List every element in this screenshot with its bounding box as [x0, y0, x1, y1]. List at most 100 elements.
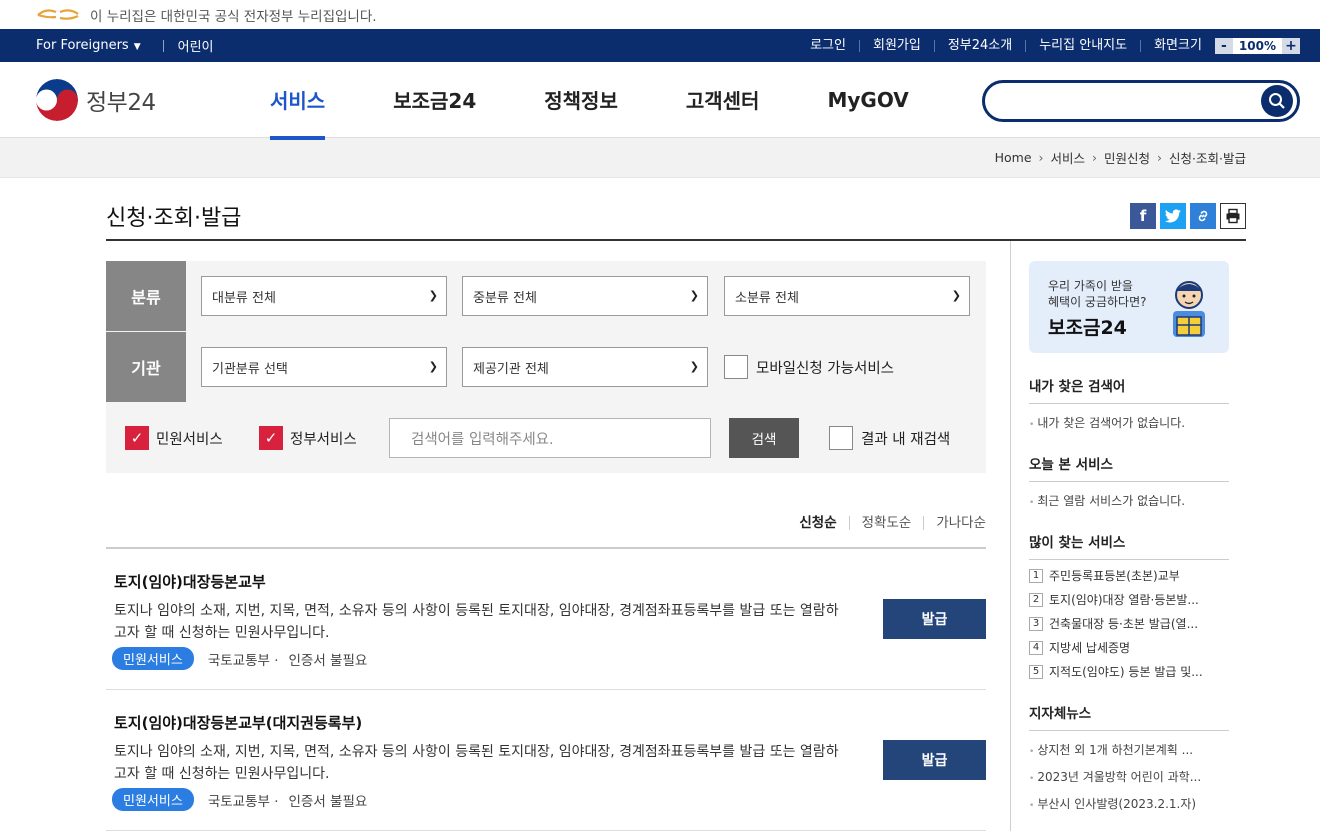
service-meta: 민원서비스 국토교통부 · 인증서 불필요 [112, 788, 367, 811]
category-small-select[interactable]: 소분류 전체 ❯ [724, 276, 970, 316]
keyword-search-button[interactable]: 검색 [729, 418, 799, 458]
about-link[interactable]: 정부24소개 [933, 39, 1025, 52]
divider [162, 39, 164, 52]
category-small-value: 소분류 전체 [735, 290, 799, 306]
twitter-share-button[interactable] [1160, 203, 1186, 229]
search-filter-panel: 분류 대분류 전체 ❯ 중분류 전체 ❯ 소분류 전체 ❯ 기관 기관분류 선택 ❯ 제… [106, 261, 986, 473]
nav-subsidy24[interactable]: 보조금24 [393, 62, 476, 138]
content-divider [1010, 241, 1011, 831]
service-agency: 국토교통부 · [207, 652, 279, 669]
filter-label-category: 분류 [106, 261, 186, 331]
sort-by-accuracy[interactable]: 정확도순 [848, 516, 924, 530]
site-logo-text: 정부24 [86, 89, 156, 116]
breadcrumb: Home › 서비스 › 민원신청 › 신청·조회·발급 [0, 138, 1320, 178]
breadcrumb-home[interactable]: Home [995, 150, 1032, 165]
zoom-out-button[interactable]: - [1214, 37, 1233, 54]
utility-bar: For Foreigners ▼ 어린이 로그인 회원가입 정부24소개 누리집 … [0, 29, 1320, 62]
print-button[interactable] [1220, 203, 1246, 229]
popular-service-item[interactable]: 2 토지(임야)대장 열람·등본발... [1029, 591, 1229, 608]
category-large-select[interactable]: 대분류 전체 ❯ [201, 276, 447, 316]
sitemap-link[interactable]: 누리집 안내지도 [1025, 39, 1140, 52]
nav-policy-info[interactable]: 정책정보 [544, 62, 618, 138]
link-icon [1198, 210, 1208, 222]
local-news-item[interactable]: 부산시 인사발령(2023.2.1.자) [1029, 795, 1229, 812]
chevron-down-icon: ❯ [689, 289, 699, 302]
sidebar: 우리 가족이 받을 혜택이 궁금하다면? 보조금24 내가 찾은 검색어 내가 … [1029, 261, 1229, 812]
civil-service-filter: ✓ 민원서비스 [125, 426, 223, 450]
egov-logo-icon [37, 8, 79, 20]
nav-customer-center[interactable]: 고객센터 [686, 62, 760, 138]
zoom-in-button[interactable]: + [1282, 37, 1300, 54]
today-viewed-title: 오늘 본 서비스 [1029, 453, 1229, 482]
agency-select[interactable]: 제공기관 전체 ❯ [462, 347, 708, 387]
issue-button[interactable]: 발급 [883, 599, 986, 639]
promo-line-2: 혜택이 궁금하다면? [1048, 295, 1147, 309]
popular-service-item[interactable]: 5 지적도(임야도) 등본 발급 및... [1029, 663, 1229, 680]
research-checkbox[interactable] [829, 426, 853, 450]
chevron-right-icon: › [1092, 150, 1098, 165]
service-type-badge: 민원서비스 [112, 788, 194, 811]
twitter-icon [1164, 208, 1181, 223]
service-auth: 인증서 불필요 [288, 652, 368, 669]
popular-service-label: 지방세 납세증명 [1049, 641, 1131, 655]
global-search-input[interactable] [982, 80, 1300, 122]
search-icon [1269, 93, 1285, 109]
popular-service-label: 토지(임야)대장 열람·등본발... [1049, 593, 1199, 607]
kids-link[interactable]: 어린이 [178, 36, 214, 55]
service-title[interactable]: 토지(임야)대장등본교부(대지권등록부) [114, 712, 362, 733]
popular-service-label: 지적도(임야도) 등본 발급 및... [1049, 665, 1203, 679]
checkmark-icon: ✓ [264, 429, 278, 447]
popular-service-item[interactable]: 1 주민등록표등본(초본)교부 [1029, 567, 1229, 584]
list-item: 토지(임야)대장등본교부(대지권등록부) 토지나 임야의 소재, 지번, 지목,… [106, 690, 986, 831]
service-title[interactable]: 토지(임야)대장등본교부 [114, 571, 266, 592]
subsidy24-promo-banner[interactable]: 우리 가족이 받을 혜택이 궁금하다면? 보조금24 [1029, 261, 1229, 353]
for-foreigners-label: For Foreigners [36, 38, 129, 53]
nav-services[interactable]: 서비스 [270, 62, 326, 140]
category-large-value: 대분류 전체 [212, 290, 276, 306]
taegeuk-logo-icon [36, 78, 78, 121]
search-button[interactable] [1261, 85, 1293, 117]
for-foreigners-link[interactable]: For Foreigners ▼ [36, 38, 141, 53]
page-title: 신청·조회·발급 [106, 206, 242, 231]
screen-size-label: 화면크기 [1140, 39, 1215, 52]
popular-service-item[interactable]: 3 건축물대장 등·초본 발급(열... [1029, 615, 1229, 632]
keyword-search-input[interactable]: 검색어를 입력해주세요. [389, 418, 711, 458]
service-meta: 민원서비스 국토교통부 · 인증서 불필요 [112, 647, 367, 670]
sort-by-alphabet[interactable]: 가나다순 [923, 516, 986, 530]
sort-by-application[interactable]: 신청순 [787, 516, 848, 530]
chevron-down-icon: ❯ [428, 360, 438, 373]
promo-line-1: 우리 가족이 받을 [1048, 279, 1133, 293]
facebook-icon: f [1139, 207, 1147, 225]
civil-service-checkbox[interactable]: ✓ [125, 426, 149, 450]
agency-type-value: 기관분류 선택 [212, 361, 288, 377]
local-news-item[interactable]: 상지천 외 1개 하천기본계획 ... [1029, 741, 1229, 758]
filter-label-agency: 기관 [106, 332, 186, 402]
checkmark-icon: ✓ [130, 429, 144, 447]
official-site-banner: 이 누리집은 대한민국 공식 전자정부 누리집입니다. [0, 0, 1320, 29]
research-filter: 결과 내 재검색 [829, 426, 950, 450]
rank-number: 3 [1029, 616, 1043, 631]
promo-title: 보조금24 [1048, 317, 1127, 339]
sort-options: 신청순 정확도순 가나다순 [787, 516, 986, 530]
breadcrumb-current: 신청·조회·발급 [1169, 151, 1246, 166]
site-logo[interactable]: 정부24 [36, 78, 270, 121]
popular-service-item[interactable]: 4 지방세 납세증명 [1029, 639, 1229, 656]
signup-link[interactable]: 회원가입 [858, 39, 934, 52]
facebook-share-button[interactable]: f [1130, 203, 1156, 229]
mobile-service-checkbox[interactable] [724, 355, 748, 379]
local-news-item[interactable]: 2023년 겨울방학 어린이 과학... [1029, 768, 1229, 785]
breadcrumb-services[interactable]: 서비스 [1051, 148, 1086, 167]
nav-mygov[interactable]: MyGOV [827, 62, 908, 138]
print-icon [1226, 208, 1240, 224]
gov-service-filter: ✓ 정부서비스 [259, 426, 357, 450]
mobile-service-label: 모바일신청 가능서비스 [756, 360, 895, 377]
copy-link-button[interactable] [1190, 203, 1216, 229]
breadcrumb-civil[interactable]: 민원신청 [1104, 148, 1150, 167]
chevron-right-icon: › [1038, 150, 1044, 165]
rank-number: 2 [1029, 592, 1043, 607]
issue-button[interactable]: 발급 [883, 740, 986, 780]
gov-service-checkbox[interactable]: ✓ [259, 426, 283, 450]
agency-type-select[interactable]: 기관분류 선택 ❯ [201, 347, 447, 387]
category-mid-select[interactable]: 중분류 전체 ❯ [462, 276, 708, 316]
login-link[interactable]: 로그인 [797, 39, 859, 52]
